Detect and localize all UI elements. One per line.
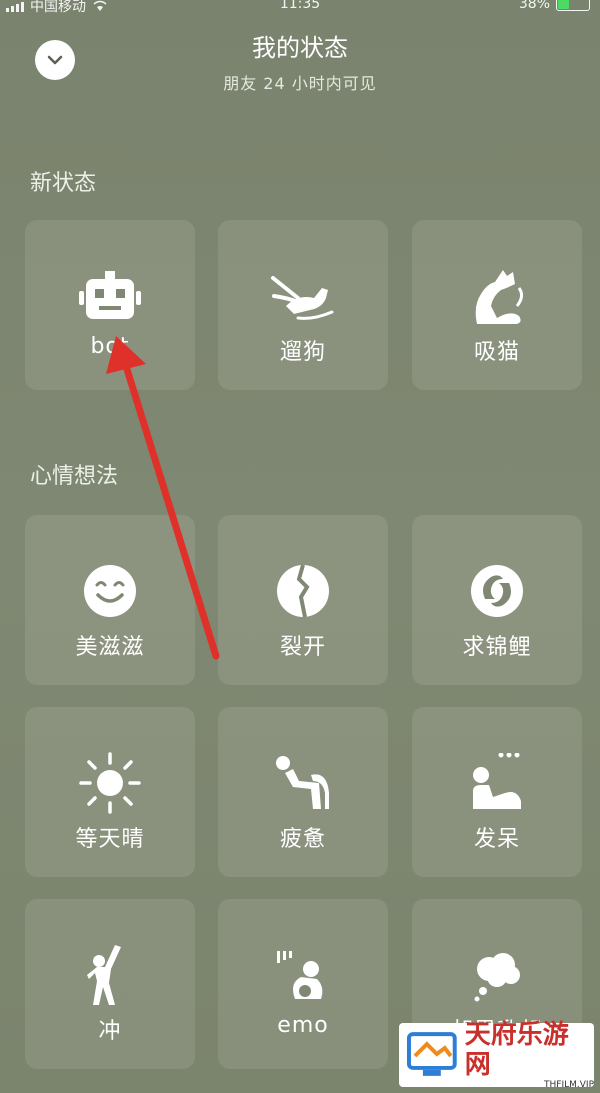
watermark-text: 天府乐游网: [464, 1020, 569, 1080]
crack-icon: [277, 564, 329, 618]
tile-label: 遛狗: [279, 340, 326, 365]
tile-label: emo: [277, 1013, 329, 1038]
status-bar: 中国移动 11:35 38%: [0, 0, 600, 20]
watermark: 天府乐游网 THFILM.VIP: [399, 1020, 594, 1090]
smile-icon: [84, 565, 136, 617]
status-tile-sunny[interactable]: 等天晴: [25, 707, 195, 877]
robot-icon: [79, 271, 141, 319]
battery-icon: [556, 0, 590, 11]
status-tile-emo[interactable]: emo: [218, 899, 388, 1069]
sun-icon: [79, 752, 141, 814]
section-label-mood: 心情想法: [30, 464, 119, 489]
status-tile-happy[interactable]: 美滋滋: [25, 515, 195, 685]
tired-icon: [276, 756, 329, 809]
tile-label: 冲: [98, 1019, 122, 1044]
tile-label: 吸猫: [473, 340, 520, 365]
tile-label: 裂开: [279, 635, 326, 660]
status-tile-koi[interactable]: 求锦鲤: [412, 515, 582, 685]
tile-label: 疲惫: [279, 827, 326, 852]
status-tile-cat[interactable]: 吸猫: [412, 220, 582, 390]
page-title: 我的状态: [252, 34, 348, 62]
dog-walk-icon: [271, 276, 334, 320]
tile-label: 求锦鲤: [462, 635, 532, 660]
status-tile-bot[interactable]: bot: [25, 220, 195, 390]
page-subtitle: 朋友 24 小时内可见: [223, 74, 377, 93]
rush-icon: [87, 945, 121, 1005]
section-label-new: 新状态: [30, 171, 97, 196]
daze-icon: [473, 753, 521, 809]
tile-label: 发呆: [473, 827, 520, 852]
clock: 11:35: [279, 0, 321, 12]
koi-icon: [471, 565, 523, 617]
emo-icon: [277, 951, 323, 999]
cat-icon: [475, 270, 524, 324]
tile-label: bot: [90, 334, 130, 359]
status-page: 中国移动 11:35 38% 我的状态 朋友 24 小时内可见 新状态 bot …: [0, 0, 600, 1093]
tile-label: 等天晴: [75, 827, 145, 852]
status-tile-tired[interactable]: 疲惫: [218, 707, 388, 877]
battery-percent: 38%: [518, 0, 550, 12]
status-tile-rush[interactable]: 冲: [25, 899, 195, 1069]
thought-cloud-icon: [474, 953, 520, 1002]
tile-label: 美滋滋: [75, 635, 145, 660]
status-tile-dog-walk[interactable]: 遛狗: [218, 220, 388, 390]
status-tile-crack[interactable]: 裂开: [218, 515, 388, 685]
status-tile-daze[interactable]: 发呆: [412, 707, 582, 877]
watermark-subtext: THFILM.VIP: [544, 1080, 594, 1090]
watermark-logo-icon: [406, 1032, 457, 1076]
